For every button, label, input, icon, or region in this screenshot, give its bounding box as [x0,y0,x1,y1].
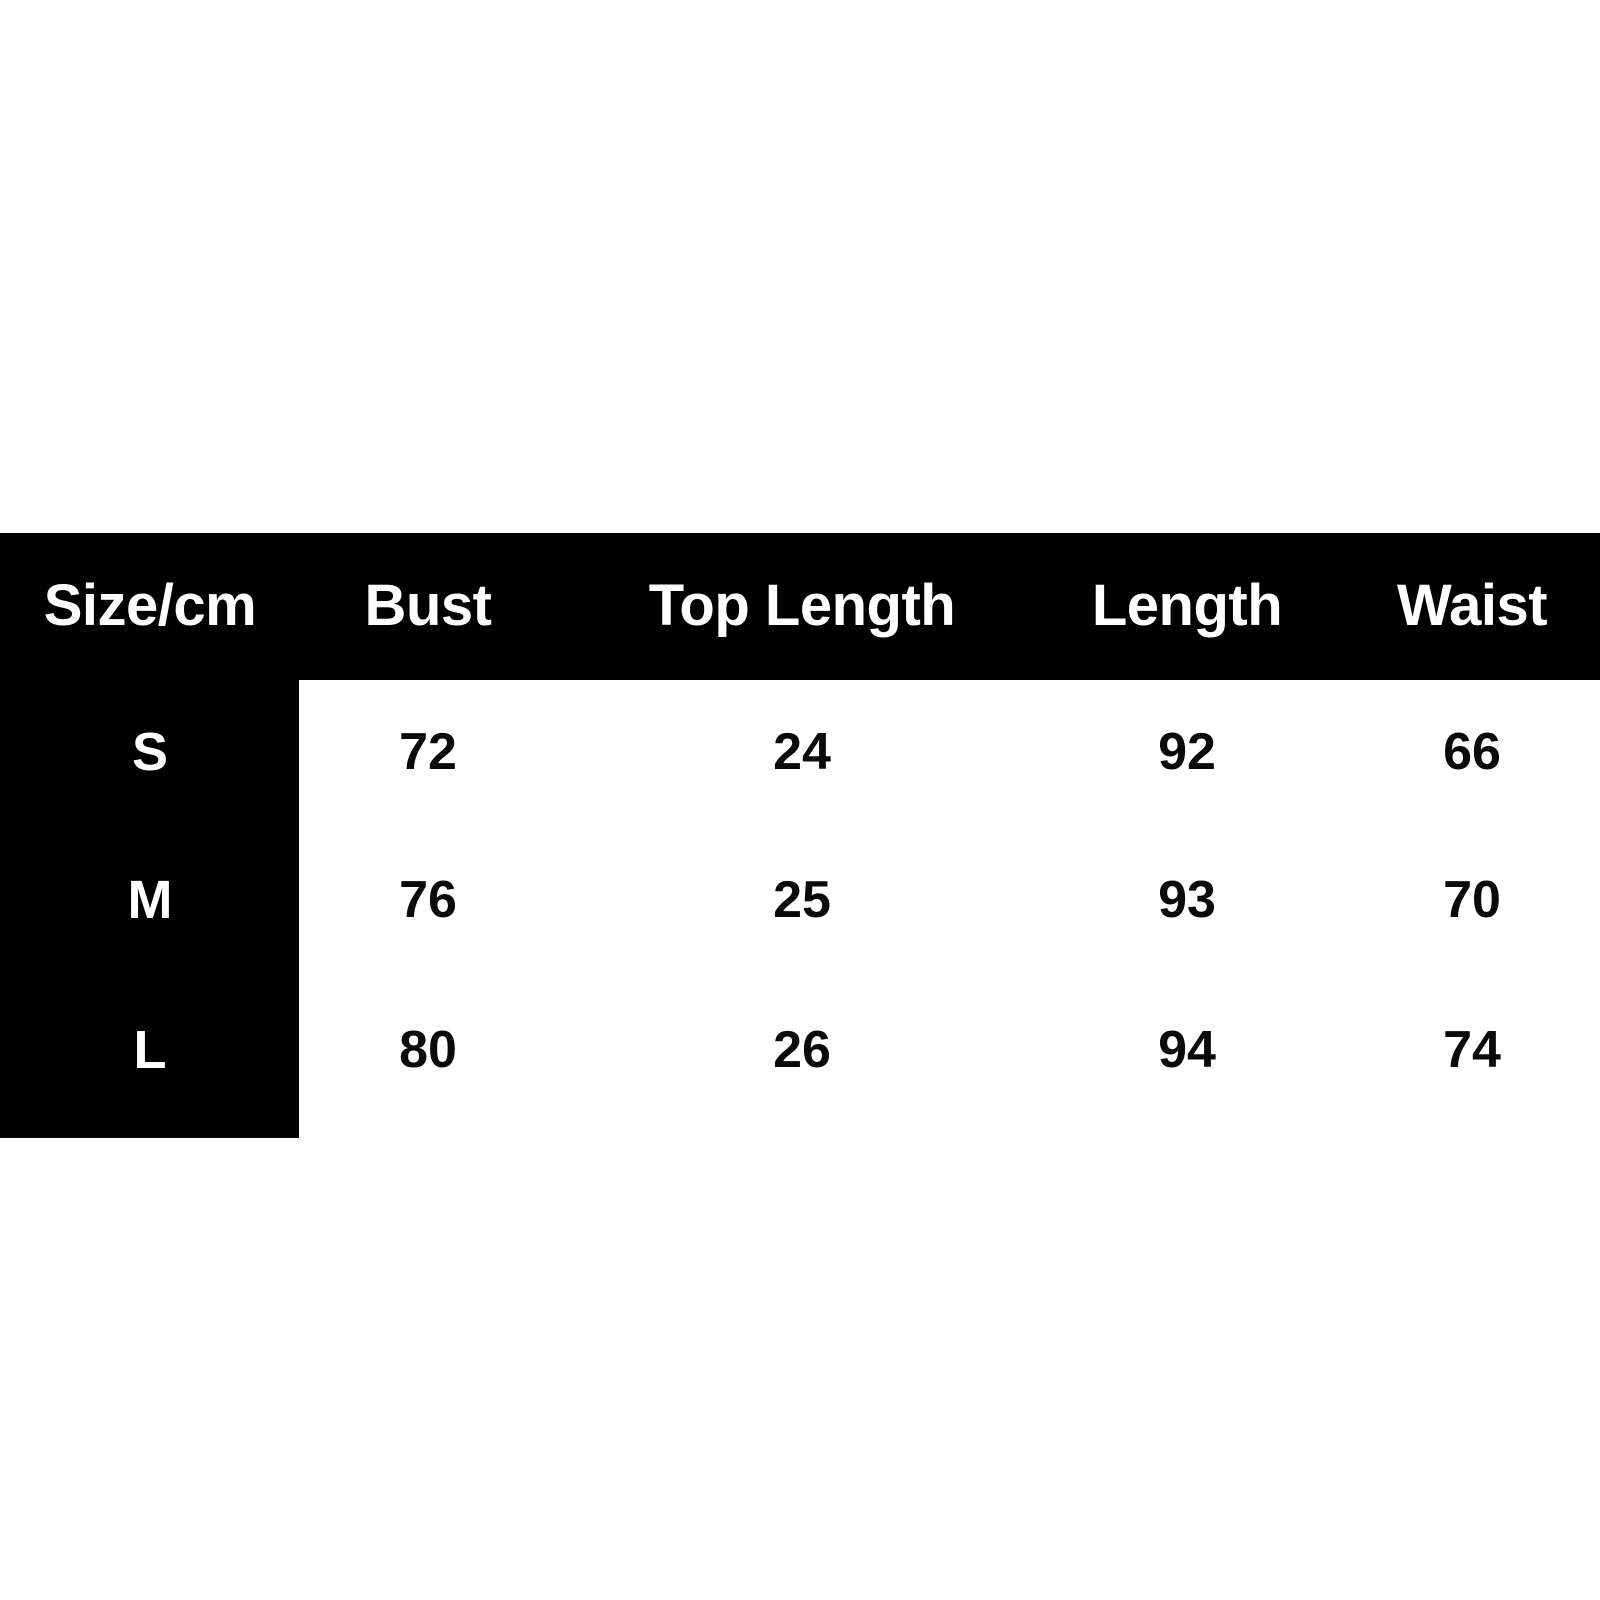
column-header-top-length: Top Length [648,573,956,638]
table-cell-top-length: 24 [773,723,831,781]
table-cell-length: 94 [1158,1021,1216,1079]
size-chart-table: Size/cm Bust Top Length Length Waist S 7… [0,533,1600,1138]
table-cell-waist: 70 [1443,871,1501,929]
table-cell-bust: 80 [399,1021,457,1079]
table-cell-top-length: 25 [773,871,831,929]
table-row-size-label: S [131,722,169,782]
table-cell-waist: 74 [1443,1021,1501,1079]
table-cell-bust: 76 [399,871,457,929]
column-header-size: Size/cm [43,573,257,638]
table-cell-top-length: 26 [773,1021,831,1079]
column-header-bust: Bust [364,573,492,638]
table-cell-waist: 66 [1443,723,1501,781]
table-cell-length: 92 [1158,723,1216,781]
table-cell-bust: 72 [399,723,457,781]
table-body-background [299,680,1600,1138]
column-header-waist: Waist [1396,573,1548,638]
table-cell-length: 93 [1158,871,1216,929]
column-header-length: Length [1091,573,1283,638]
size-chart-page: Size/cm Bust Top Length Length Waist S 7… [0,0,1600,1600]
table-row-size-label: M [127,870,173,930]
table-row-size-label: L [133,1020,167,1080]
